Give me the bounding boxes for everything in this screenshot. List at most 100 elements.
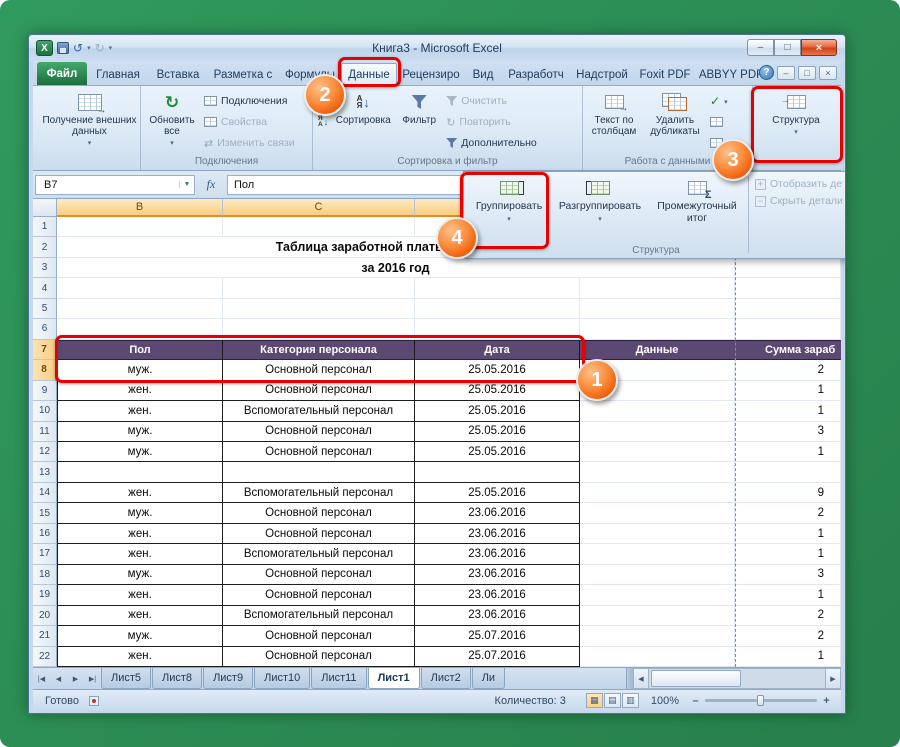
cell-F16[interactable]: 1	[735, 524, 841, 544]
cell-C11[interactable]: Основной персонал	[223, 422, 415, 442]
cell-D4[interactable]	[415, 278, 580, 298]
cell-F18[interactable]: 3	[735, 565, 841, 585]
first-sheet-button[interactable]: |◀	[33, 668, 50, 689]
cell-B12[interactable]: муж.	[57, 442, 223, 462]
cell-B19[interactable]: жен.	[57, 585, 223, 605]
cell-F20[interactable]: 2	[735, 606, 841, 626]
cell-C22[interactable]: Основной персонал	[223, 647, 415, 667]
ribbon-tab-9[interactable]: Надстрой	[571, 64, 633, 85]
cell-C18[interactable]: Основной персонал	[223, 565, 415, 585]
excel-logo-icon[interactable]: X	[36, 40, 53, 56]
row-header-15[interactable]: 15	[33, 503, 57, 523]
cell-E13[interactable]	[580, 462, 735, 482]
cell-F6[interactable]	[735, 319, 841, 339]
sheet-tab-Лист2[interactable]: Лист2	[421, 668, 471, 689]
show-detail-button[interactable]: +Отобразить детали	[755, 178, 843, 190]
cell-E12[interactable]	[580, 442, 735, 462]
save-icon[interactable]	[57, 42, 69, 54]
macro-record-icon[interactable]	[89, 696, 99, 706]
cell-D15[interactable]: 23.06.2016	[415, 503, 580, 523]
cell-F3[interactable]	[735, 258, 841, 278]
reapply-button[interactable]: ↻Повторить	[443, 112, 559, 132]
cell-F11[interactable]: 3	[735, 422, 841, 442]
cell-D19[interactable]: 23.06.2016	[415, 585, 580, 605]
cell-F15[interactable]: 2	[735, 503, 841, 523]
cell-C10[interactable]: Вспомогательный персонал	[223, 401, 415, 421]
cell-C20[interactable]: Вспомогательный персонал	[223, 606, 415, 626]
cell-D11[interactable]: 25.05.2016	[415, 422, 580, 442]
ribbon-tab-6[interactable]: Рецензиро	[397, 64, 465, 85]
cell-E5[interactable]	[580, 299, 735, 319]
ribbon-tab-2[interactable]: Вставка	[149, 64, 207, 85]
cell-E22[interactable]	[580, 647, 735, 667]
row-header-5[interactable]: 5	[33, 299, 57, 319]
zoom-out-button[interactable]: –	[689, 695, 702, 707]
cell-C13[interactable]	[223, 462, 415, 482]
cell-C5[interactable]	[223, 299, 415, 319]
next-sheet-button[interactable]: ▶	[67, 668, 84, 689]
row-header-22[interactable]: 22	[33, 647, 57, 667]
cell-C4[interactable]	[223, 278, 415, 298]
sheet-tab-Лист10[interactable]: Лист10	[254, 668, 310, 689]
undo-icon[interactable]: ↺	[73, 42, 83, 54]
zoom-slider-thumb[interactable]	[757, 695, 764, 706]
cell-F21[interactable]: 2	[735, 626, 841, 646]
row-header-18[interactable]: 18	[33, 565, 57, 585]
clear-filter-button[interactable]: Очистить	[443, 91, 559, 111]
row-header-19[interactable]: 19	[33, 585, 57, 605]
cell-D10[interactable]: 25.05.2016	[415, 401, 580, 421]
remove-duplicates-button[interactable]: Удалить дубликаты	[643, 89, 707, 153]
row-header-20[interactable]: 20	[33, 606, 57, 626]
cell-E6[interactable]	[580, 319, 735, 339]
cell-D14[interactable]: 25.05.2016	[415, 483, 580, 503]
edit-links-button[interactable]: ⇄Изменить связи	[201, 133, 298, 153]
consolidate-button[interactable]	[707, 112, 747, 132]
cell-F19[interactable]: 1	[735, 585, 841, 605]
cell-E14[interactable]	[580, 483, 735, 503]
cell-B5[interactable]	[57, 299, 223, 319]
row-header-4[interactable]: 4	[33, 278, 57, 298]
cell-D5[interactable]	[415, 299, 580, 319]
get-external-data-button[interactable]: → Получение внешних данных ▾	[42, 89, 138, 153]
name-box-dropdown-icon[interactable]: ▼	[179, 181, 194, 188]
row-header-17[interactable]: 17	[33, 544, 57, 564]
data-validation-button[interactable]: ✓▾	[707, 91, 747, 111]
row-header-13[interactable]: 13	[33, 462, 57, 482]
view-normal-button[interactable]: ▦	[586, 693, 603, 708]
cell-B21[interactable]: муж.	[57, 626, 223, 646]
restore-button[interactable]: □	[774, 39, 801, 56]
cell-D9[interactable]: 25.05.2016	[415, 381, 580, 401]
refresh-all-button[interactable]: ↻ Обновить все ▾	[143, 89, 201, 153]
qat-customize-icon[interactable]: ▾	[109, 44, 113, 52]
undo-dropdown-icon[interactable]: ▾	[87, 44, 91, 52]
cell-B20[interactable]: жен.	[57, 606, 223, 626]
view-page-layout-button[interactable]: ▤	[604, 693, 621, 708]
sheet-tab-Лист8[interactable]: Лист8	[152, 668, 202, 689]
tab-split-handle[interactable]	[626, 668, 633, 689]
cell-E20[interactable]	[580, 606, 735, 626]
row-header-11[interactable]: 11	[33, 422, 57, 442]
row-header-9[interactable]: 9	[33, 381, 57, 401]
sheet-tab-Ли[interactable]: Ли	[472, 668, 505, 689]
sheet-tab-Лист5[interactable]: Лист5	[101, 668, 151, 689]
cell-E17[interactable]	[580, 544, 735, 564]
name-box[interactable]: B7 ▼	[35, 175, 195, 195]
cell-E21[interactable]	[580, 626, 735, 646]
cell-F17[interactable]: 1	[735, 544, 841, 564]
header-cell-F7[interactable]: Сумма зараб	[735, 340, 841, 360]
horizontal-scrollbar[interactable]	[649, 668, 825, 689]
cell-D17[interactable]: 23.06.2016	[415, 544, 580, 564]
cell-F14[interactable]: 9	[735, 483, 841, 503]
zoom-slider[interactable]	[705, 699, 817, 702]
file-tab[interactable]: Файл	[37, 62, 87, 85]
cell-B1[interactable]	[57, 217, 223, 237]
prev-sheet-button[interactable]: ◀	[50, 668, 67, 689]
cell-B15[interactable]: муж.	[57, 503, 223, 523]
cell-B9[interactable]: жен.	[57, 381, 223, 401]
ribbon-tab-11[interactable]: ABBYY PDF	[697, 64, 765, 85]
cell-E19[interactable]	[580, 585, 735, 605]
column-header-C[interactable]: C	[223, 199, 415, 217]
connections-button[interactable]: Подключения	[201, 91, 298, 111]
column-header-B[interactable]: B	[57, 199, 223, 217]
hscroll-thumb[interactable]	[651, 670, 741, 687]
